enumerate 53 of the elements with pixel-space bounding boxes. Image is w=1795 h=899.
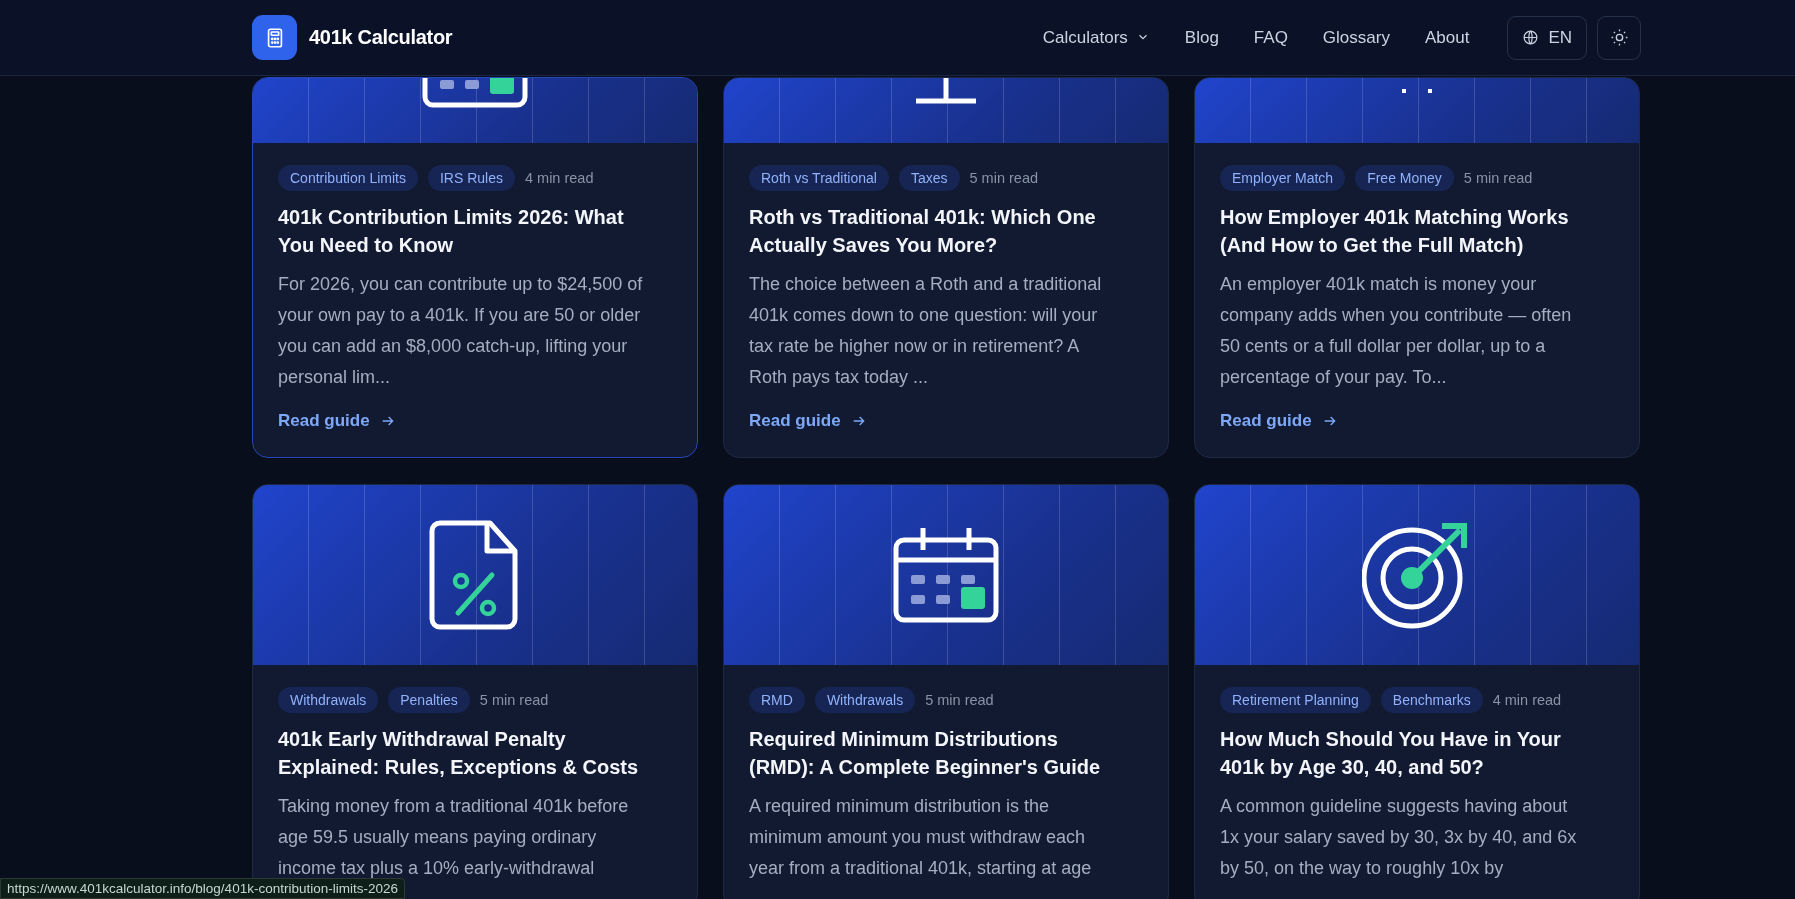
tag: Contribution Limits [278,165,418,191]
article-title: How Employer 401k Matching Works (And How to Get the Full Match) [1220,205,1570,258]
article-excerpt: An employer 401k match is money your company adds when you contribute — often 50 cents or a full dollar per dollar, up to a percentage of your pay. To... [1220,273,1573,389]
article-title: 401k Early Withdrawal Penalty Explained: Rules, Exceptions & Costs [278,727,640,780]
tag: Taxes [898,165,960,191]
article-excerpt: For 2026, you can contribute up to $24,500 of your own pay to a 401k. If you are 50 or older you can add an $8,000 catch-up, lifting your personal lim... [278,273,644,389]
read-time: 5 min read [969,170,1039,186]
scale-icon [914,78,978,104]
nav-link[interactable]: FAQ [1253,27,1288,48]
globe-icon [1522,29,1540,46]
article-card[interactable] [252,77,698,458]
tag: Penalties [388,687,470,713]
nav-dropdown[interactable]: Calculators [1042,27,1150,48]
tag: IRS Rules [427,165,515,191]
article-card[interactable] [1194,77,1640,458]
tag: Withdrawals [278,687,379,713]
read-guide-link[interactable]: Read guide [749,411,867,431]
calendar-icon [420,78,530,108]
read-time: 5 min read [925,692,994,708]
calculator-logo-icon[interactable] [252,15,297,60]
theme-toggle-button[interactable] [1597,15,1641,60]
tag: RMD [749,687,805,713]
read-time: 5 min read [479,692,549,708]
article-excerpt: A common guideline suggests having about 1x your salary saved by 30, 3x by 40, and 6x by 50, on the way to roughly 10x by [1220,795,1578,880]
link-url-status: https://www.401kcalculator.info/blog/401k-contribution-limits-2026 [0,878,405,899]
nav-link[interactable]: Glossary [1322,27,1390,48]
site-name-link[interactable]: 401k Calculator [309,26,453,49]
read-time: 5 min read [1463,170,1533,186]
tag: Free Money [1355,165,1454,191]
tag: Benchmarks [1380,687,1483,713]
tag: Withdrawals [814,687,916,713]
article-card[interactable] [1194,484,1640,899]
tag: Retirement Planning [1220,687,1371,713]
article-card[interactable] [723,77,1169,458]
article-title: Required Minimum Distributions (RMD): A Complete Beginner's Guide [749,727,1102,780]
sun-icon [1609,28,1629,47]
calendar-icon [891,525,1001,625]
nav-link[interactable]: Blog [1184,27,1219,48]
article-title: 401k Contribution Limits 2026: What You Need to Know [278,205,625,258]
article-card[interactable] [723,484,1169,899]
language-button[interactable]: EN [1507,15,1587,60]
nav-link[interactable]: About [1424,27,1470,48]
tag: Roth vs Traditional [749,165,889,191]
article-title: Roth vs Traditional 401k: Which One Actually Saves You More? [749,205,1097,258]
article-title: How Much Should You Have in Your 401k by Age 30, 40, and 50? [1220,727,1562,780]
tag: Employer Match [1220,165,1346,191]
article-excerpt: Taking money from a traditional 401k before age 59.5 usually means paying ordinary income tax plus a 10% early-withdrawal [278,795,630,880]
read-time: 4 min read [1492,692,1562,708]
article-excerpt: The choice between a Roth and a traditional 401k comes down to one question: will your tax rate be higher now or in retirement? A Roth pays tax today ... [749,273,1103,389]
read-guide-link[interactable]: Read guide [278,411,396,431]
read-time: 4 min read [524,170,594,186]
article-excerpt: A required minimum distribution is the minimum amount you must withdraw each year from a traditional 401k, starting at age [749,795,1093,880]
read-guide-link[interactable]: Read guide [1220,411,1338,431]
